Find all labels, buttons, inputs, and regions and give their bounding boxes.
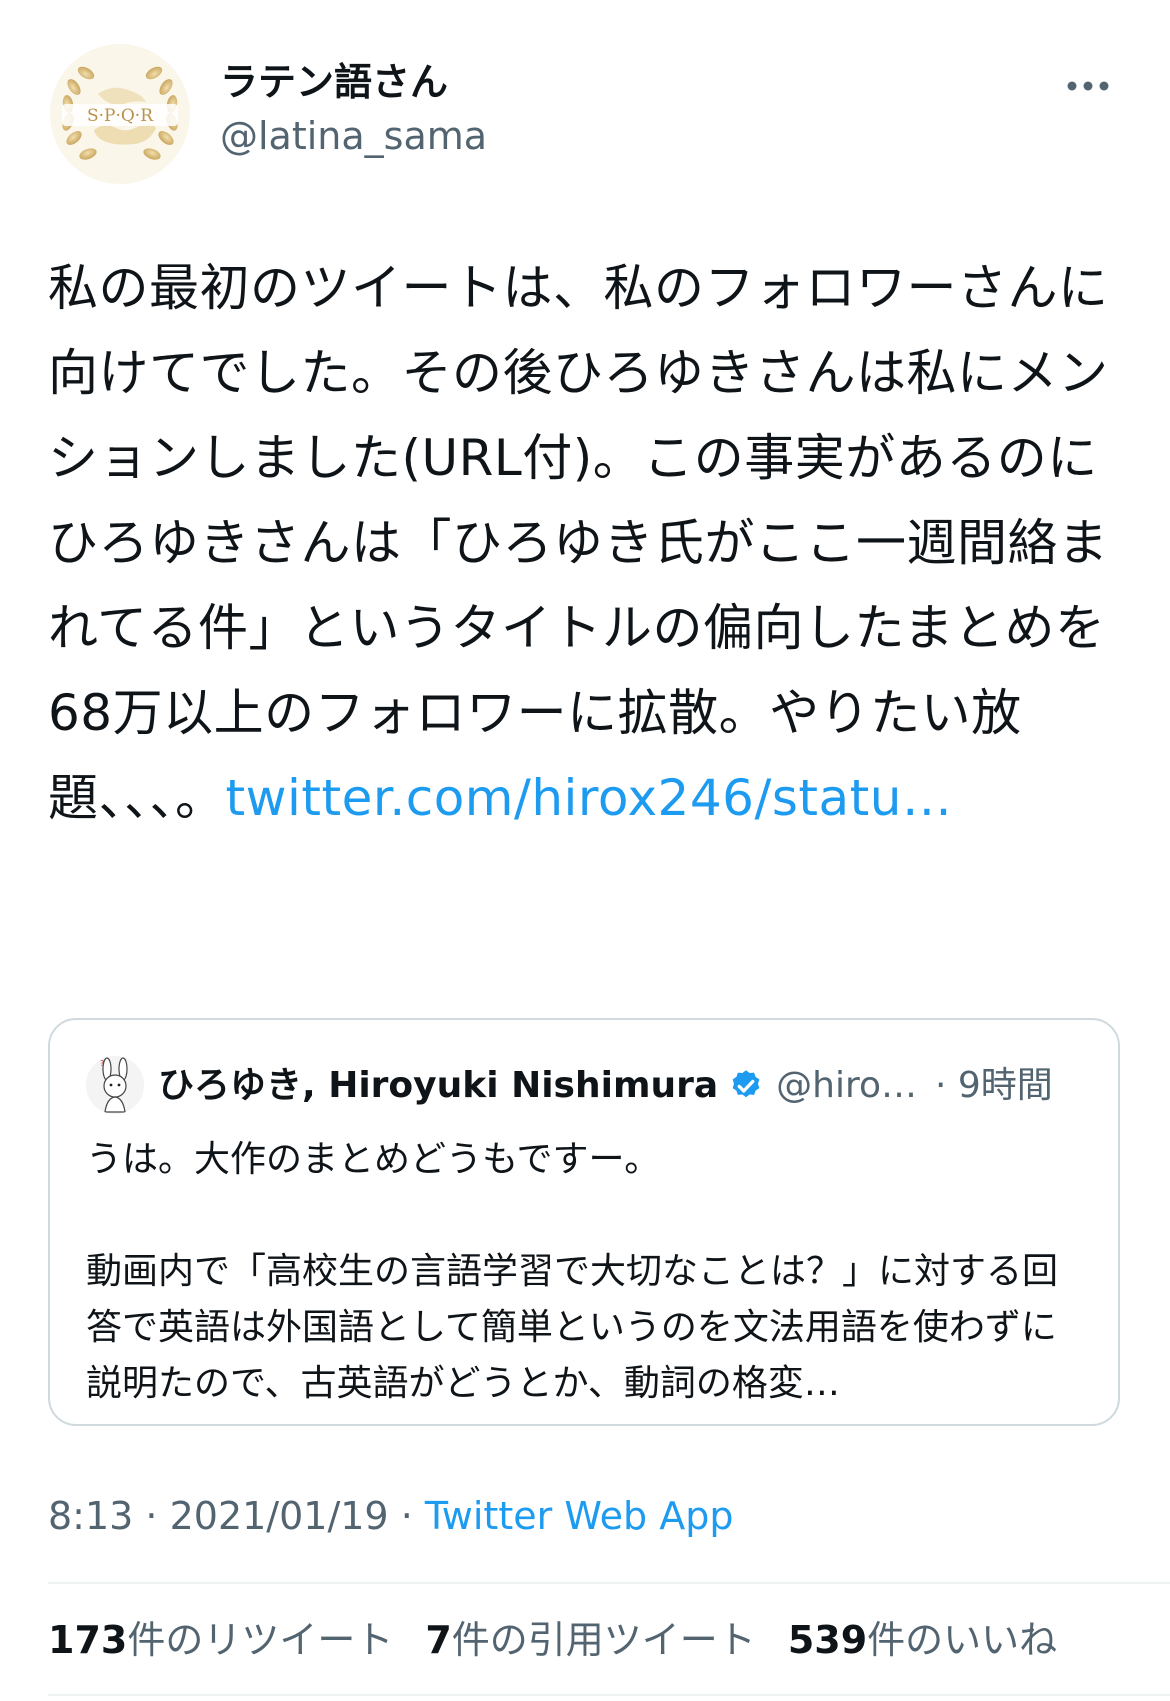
quoted-tweet-card[interactable]: ? ひろゆき, Hiroyuki Nishimura @hiro… · 9時間 … [48,1018,1120,1426]
author-handle[interactable]: @latina_sama [220,112,487,160]
tweet-text: 私の最初のツイートは、私のフォロワーさんに向けてでした。その後ひろゆきさんは私に… [48,246,1128,841]
author-display-name[interactable]: ラテン語さん [220,58,448,106]
tweet-meta: 8:13 · 2021/01/19 · Twitter Web App [48,1492,733,1540]
quoted-author-handle: @hiro… [776,1065,917,1106]
divider [48,1694,1170,1696]
verified-badge-icon [728,1068,764,1104]
svg-text:S·P·Q·R: S·P·Q·R [87,106,154,126]
meta-separator: · [133,1494,170,1538]
retweets-label: 件のリツイート [127,1618,394,1662]
divider [48,1582,1170,1584]
tweet-link[interactable]: twitter.com/hirox246/statu… [226,769,953,827]
quoted-tweet-time: · 9時間 [935,1065,1053,1106]
quoted-author-avatar: ? [86,1056,144,1114]
quoted-tweet-header: ひろゆき, Hiroyuki Nishimura @hiro… · 9時間 [158,1062,1053,1110]
quotes-count: 7 [425,1618,452,1662]
retweets-stat[interactable]: 173件のリツイート [48,1616,393,1664]
quoted-text-line: うは。大作のまとめどうもですー。 [86,1139,661,1180]
more-options-button[interactable] [1058,66,1118,106]
likes-stat[interactable]: 539件のいいね [788,1616,1057,1664]
quoted-author-name: ひろゆき, Hiroyuki Nishimura [158,1065,719,1106]
tweet-text-content: 私の最初のツイートは、私のフォロワーさんに向けてでした。その後ひろゆきさんは私に… [48,259,1109,827]
quotes-stat[interactable]: 7件の引用ツイート [425,1616,755,1664]
bunny-character-icon: ? [86,1056,144,1114]
spqr-laurel-avatar: S·P·Q·R [50,44,190,184]
quoted-tweet-text: うは。大作のまとめどうもですー。 動画内で「高校生の言語学習で大切なことは？」に… [86,1132,1086,1412]
svg-text:?: ? [100,1059,104,1068]
tweet-detail: S·P·Q·R ラテン語さん @latina_sama 私の最初のツイートは、私… [0,0,1170,1701]
likes-count: 539 [787,1618,868,1662]
author-avatar[interactable]: S·P·Q·R [48,42,192,186]
meta-separator: · [388,1494,425,1538]
tweet-source-link[interactable]: Twitter Web App [425,1494,734,1538]
quotes-label: 件の引用ツイート [451,1618,756,1662]
retweets-count: 173 [48,1618,128,1662]
more-horizontal-icon [1067,81,1109,91]
tweet-time[interactable]: 8:13 [48,1494,133,1538]
tweet-stats: 173件のリツイート 7件の引用ツイート 539件のいいね [48,1616,1057,1664]
likes-label: 件のいいね [867,1618,1058,1662]
tweet-date[interactable]: 2021/01/19 [170,1494,389,1538]
quoted-text-paragraph: 動画内で「高校生の言語学習で大切なことは？」に対する回答で英語は外国語として簡単… [86,1251,1059,1404]
